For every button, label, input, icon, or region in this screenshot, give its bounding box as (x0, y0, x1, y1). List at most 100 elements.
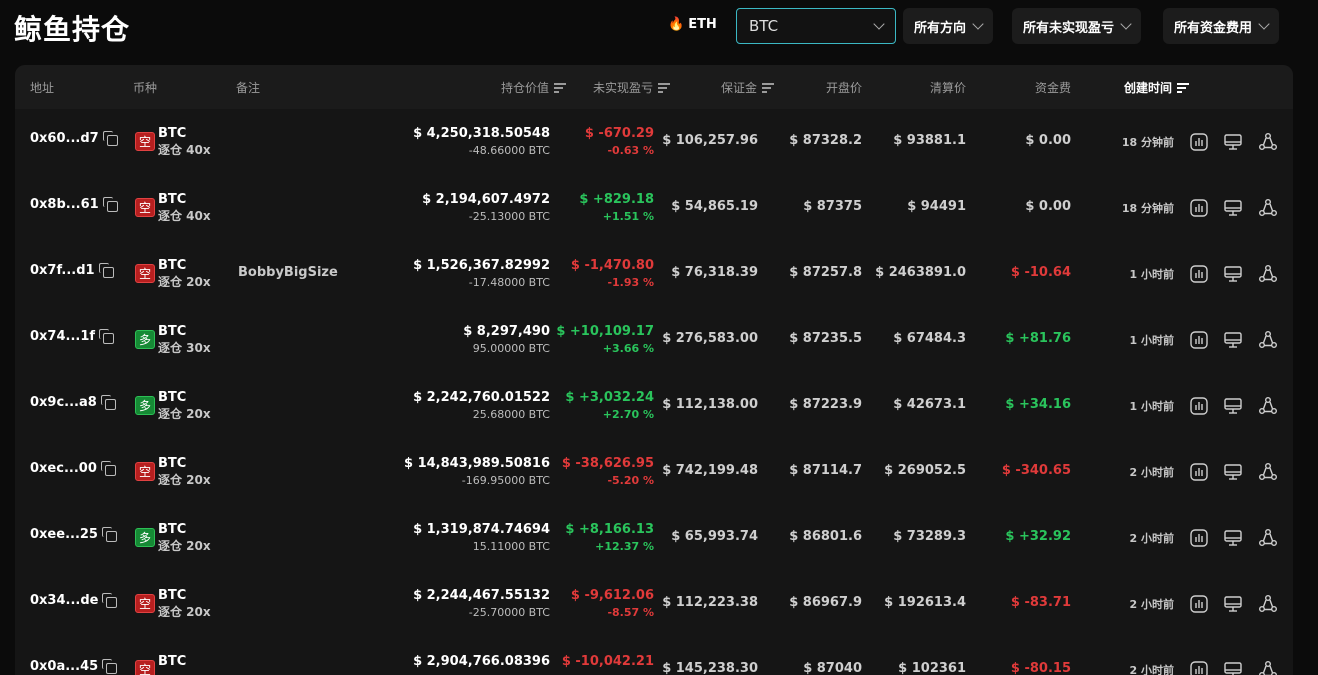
monitor-icon[interactable] (1223, 660, 1243, 675)
monitor-icon[interactable] (1223, 594, 1243, 614)
pnl-cell: $ -9,612.06 -8.57 % (571, 587, 654, 621)
wallet-address[interactable]: 0x0a...45 (30, 659, 98, 674)
col-funding: 资金费 (1034, 81, 1071, 95)
address-cell[interactable]: 0x0a...45 (30, 659, 118, 674)
share-icon[interactable] (1258, 396, 1278, 416)
address-cell[interactable]: 0x74...1f (30, 329, 115, 344)
copy-icon[interactable] (102, 659, 118, 674)
wallet-address[interactable]: 0x34...de (30, 593, 98, 608)
col-pnl[interactable]: 未实现盈亏 (593, 79, 670, 96)
unrealized-pnl: $ +8,166.13 (565, 522, 654, 537)
address-cell[interactable]: 0x8b...61 (30, 197, 118, 212)
copy-icon[interactable] (100, 395, 116, 410)
monitor-icon[interactable] (1223, 462, 1243, 482)
copy-icon[interactable] (100, 461, 116, 476)
chart-icon[interactable] (1189, 264, 1209, 284)
share-icon[interactable] (1258, 264, 1278, 284)
wallet-address[interactable]: 0x8b...61 (30, 197, 99, 212)
share-icon[interactable] (1258, 660, 1278, 675)
symbol-select[interactable]: BTC (736, 8, 896, 44)
margin-cell: $ 54,865.19 (671, 199, 758, 214)
table-row[interactable]: 0xec...00 空 BTC 逐仓 20x $ 14,843,989.50816 -16… (15, 439, 1293, 505)
copy-icon[interactable] (102, 593, 118, 608)
address-cell[interactable]: 0xee...25 (30, 527, 117, 542)
chart-icon[interactable] (1189, 660, 1209, 675)
filter-direction[interactable]: 所有方向 (903, 8, 994, 44)
position-size: -17.48000 BTC (468, 276, 550, 289)
table-row[interactable]: 0x8b...61 空 BTC 逐仓 40x $ 2,194,607.4972 -25.1… (15, 175, 1293, 241)
pnl-cell: $ -38,626.95 -5.20 % (562, 455, 654, 489)
copy-icon[interactable] (99, 329, 115, 344)
chart-icon[interactable] (1189, 198, 1209, 218)
filter-direction-label: 所有方向 (914, 20, 967, 36)
col-created[interactable]: 创建时间 (1124, 79, 1189, 96)
wallet-address[interactable]: 0xec...00 (30, 461, 97, 476)
coin-symbol: BTC (158, 522, 187, 537)
chart-icon[interactable] (1189, 462, 1209, 482)
share-icon[interactable] (1258, 594, 1278, 614)
coin-symbol: BTC (158, 588, 187, 603)
chart-icon[interactable] (1189, 396, 1209, 416)
monitor-icon[interactable] (1223, 264, 1243, 284)
col-margin[interactable]: 保证金 (721, 79, 774, 96)
table-row[interactable]: 0x0a...45 空 BTC $ 2,904,766.08396 $ -10,042.… (15, 637, 1293, 675)
copy-icon[interactable] (101, 527, 117, 542)
sort-icon[interactable] (1177, 83, 1189, 93)
chart-icon[interactable] (1189, 594, 1209, 614)
position-value: $ 2,244,467.55132 (413, 588, 550, 603)
monitor-icon[interactable] (1223, 528, 1243, 548)
position-size: 25.68000 BTC (472, 408, 550, 421)
created-time-cell: 2 小时前 (1129, 466, 1174, 479)
value-cell: $ 4,250,318.50548 -48.66000 BTC (413, 125, 550, 159)
address-cell[interactable]: 0xec...00 (30, 461, 116, 476)
sort-icon[interactable] (762, 83, 774, 93)
value-cell: $ 2,244,467.55132 -25.70000 BTC (413, 587, 550, 621)
col-value[interactable]: 持仓价值 (501, 79, 566, 96)
sort-icon[interactable] (554, 83, 566, 93)
address-cell[interactable]: 0x9c...a8 (30, 395, 116, 410)
table-row[interactable]: 0x7f...d1 空 BTC 逐仓 20x BobbyBigSize $ 1,526,3… (15, 241, 1293, 307)
wallet-address[interactable]: 0x7f...d1 (30, 263, 95, 278)
table-row[interactable]: 0x74...1f 多 BTC 逐仓 30x $ 8,297,490 95.00000 B… (15, 307, 1293, 373)
address-cell[interactable]: 0x7f...d1 (30, 263, 114, 278)
col-note: 备注 (236, 81, 261, 95)
filter-funding-label: 所有资金费用 (1174, 20, 1253, 36)
filter-pnl[interactable]: 所有未实现盈亏 (1012, 8, 1142, 44)
monitor-icon[interactable] (1223, 396, 1243, 416)
eth-chip[interactable]: 🔥 ETH (668, 17, 717, 32)
monitor-icon[interactable] (1223, 330, 1243, 350)
wallet-address[interactable]: 0x74...1f (30, 329, 95, 344)
side-badge: 多 (135, 528, 155, 547)
sort-icon[interactable] (658, 83, 670, 93)
table-row[interactable]: 0x9c...a8 多 BTC 逐仓 20x $ 2,242,760.01522 25.6… (15, 373, 1293, 439)
share-icon[interactable] (1258, 198, 1278, 218)
address-cell[interactable]: 0x60...d7 (30, 131, 118, 146)
share-icon[interactable] (1258, 462, 1278, 482)
wallet-address[interactable]: 0xee...25 (30, 527, 98, 542)
address-cell[interactable]: 0x34...de (30, 593, 118, 608)
liquidation-price-cell: $ 192613.4 (884, 595, 966, 610)
pnl-cell: $ +8,166.13 +12.37 % (565, 521, 654, 555)
chart-icon[interactable] (1189, 132, 1209, 152)
chart-icon[interactable] (1189, 330, 1209, 350)
filter-funding[interactable]: 所有资金费用 (1163, 8, 1280, 44)
table-row[interactable]: 0xee...25 多 BTC 逐仓 20x $ 1,319,874.74694 15.1… (15, 505, 1293, 571)
chevron-down-icon (1258, 18, 1270, 30)
table-row[interactable]: 0x34...de 空 BTC 逐仓 20x $ 2,244,467.55132 -25.… (15, 571, 1293, 637)
unrealized-pnl: $ +829.18 (579, 192, 654, 207)
monitor-icon[interactable] (1223, 198, 1243, 218)
wallet-address[interactable]: 0x9c...a8 (30, 395, 97, 410)
table-row[interactable]: 0x60...d7 空 BTC 逐仓 40x $ 4,250,318.50548 -48.… (15, 109, 1293, 175)
margin-cell: $ 742,199.48 (662, 463, 758, 478)
copy-icon[interactable] (102, 197, 118, 212)
share-icon[interactable] (1258, 132, 1278, 152)
monitor-icon[interactable] (1223, 132, 1243, 152)
copy-icon[interactable] (98, 263, 114, 278)
wallet-address[interactable]: 0x60...d7 (30, 131, 99, 146)
position-value: $ 2,242,760.01522 (413, 390, 550, 405)
share-icon[interactable] (1258, 528, 1278, 548)
col-pnl-label: 未实现盈亏 (592, 81, 653, 95)
chart-icon[interactable] (1189, 528, 1209, 548)
copy-icon[interactable] (102, 131, 118, 146)
share-icon[interactable] (1258, 330, 1278, 350)
